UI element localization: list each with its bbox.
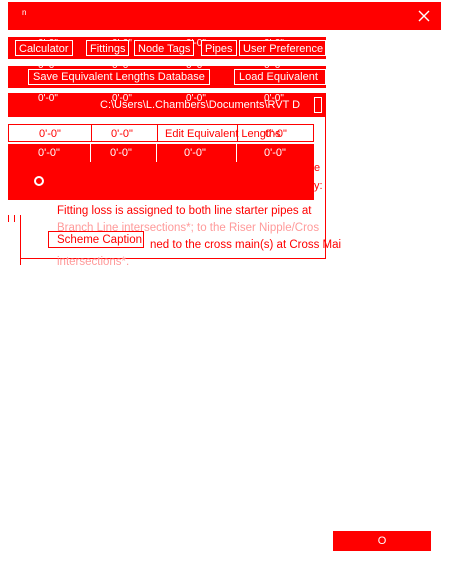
scheme-caption: Scheme Caption bbox=[57, 234, 143, 246]
tab-calculator[interactable]: Calculator bbox=[15, 40, 73, 56]
close-icon[interactable] bbox=[415, 7, 433, 25]
database-toolbar: 0'-0" 0'-0" 0'-0" 0'-0" Save Equivalent … bbox=[8, 61, 326, 88]
table-row[interactable]: 0'-0" 0'-0" 0'-0" 0'-0" bbox=[8, 144, 314, 162]
title-bar: n bbox=[8, 2, 441, 30]
column-divider bbox=[156, 144, 157, 162]
edit-equivalent-lengths-label[interactable]: Edit Equivalent Lengths bbox=[165, 128, 281, 140]
group-frame bbox=[14, 215, 15, 222]
column-divider bbox=[91, 125, 92, 141]
table-cell[interactable]: 0'-0" bbox=[184, 147, 206, 159]
database-path-field[interactable]: C:\Users\L.Chambers\Documents\RVT D bbox=[100, 98, 300, 112]
table-cell[interactable]: 0'-0" bbox=[39, 128, 61, 140]
description-line: Fitting loss is assigned to both line st… bbox=[57, 205, 312, 217]
tab-fittings[interactable]: Fittings bbox=[86, 40, 130, 56]
tab-bar: 0'-0" 0'-0" 0'-0" 0'-0" Calculator Fitti… bbox=[8, 37, 326, 59]
table-cell[interactable]: 0'-0" bbox=[265, 128, 287, 140]
browse-button[interactable] bbox=[314, 97, 322, 113]
app-icon: n bbox=[22, 8, 27, 17]
table-row[interactable]: 0'-0" 0'-0" Edit Equivalent Lengths 0'-0… bbox=[8, 124, 314, 142]
group-frame bbox=[20, 162, 21, 200]
scheme-radio[interactable] bbox=[34, 176, 44, 186]
scheme-option-panel bbox=[8, 162, 314, 200]
column-divider bbox=[157, 125, 158, 141]
table-cell[interactable]: 0'-0" bbox=[111, 128, 133, 140]
column-divider bbox=[237, 125, 238, 141]
description-line: intersections*. bbox=[57, 256, 130, 268]
table-cell[interactable]: 0'-0" bbox=[38, 147, 60, 159]
description-line: ned to the cross main(s) at Cross Mai bbox=[150, 239, 342, 251]
table-cell[interactable]: 0'-0" bbox=[110, 147, 132, 159]
scheme-caption-box: Scheme Caption bbox=[48, 231, 144, 248]
clipped-text: y: bbox=[314, 180, 323, 192]
database-path-row: 0'-0" 0'-0" 0'-0" 0'-0" C:\Users\L.Chamb… bbox=[8, 93, 326, 117]
column-divider bbox=[90, 144, 91, 162]
clipped-text: e bbox=[314, 162, 321, 174]
table-cell[interactable]: 0'-0" bbox=[264, 147, 286, 159]
overlay-value: 0'-0" bbox=[38, 93, 58, 104]
tab-user-preference[interactable]: User Preference bbox=[239, 40, 326, 56]
column-divider bbox=[236, 144, 237, 162]
tab-pipes[interactable]: Pipes bbox=[201, 40, 237, 56]
tab-node-tags[interactable]: Node Tags bbox=[134, 40, 195, 56]
group-frame bbox=[8, 215, 9, 222]
ok-button[interactable]: O bbox=[333, 531, 431, 551]
save-equivalent-lengths-button[interactable]: Save Equivalent Lengths Database bbox=[28, 69, 210, 85]
load-equivalent-button[interactable]: Load Equivalent bbox=[234, 69, 326, 85]
